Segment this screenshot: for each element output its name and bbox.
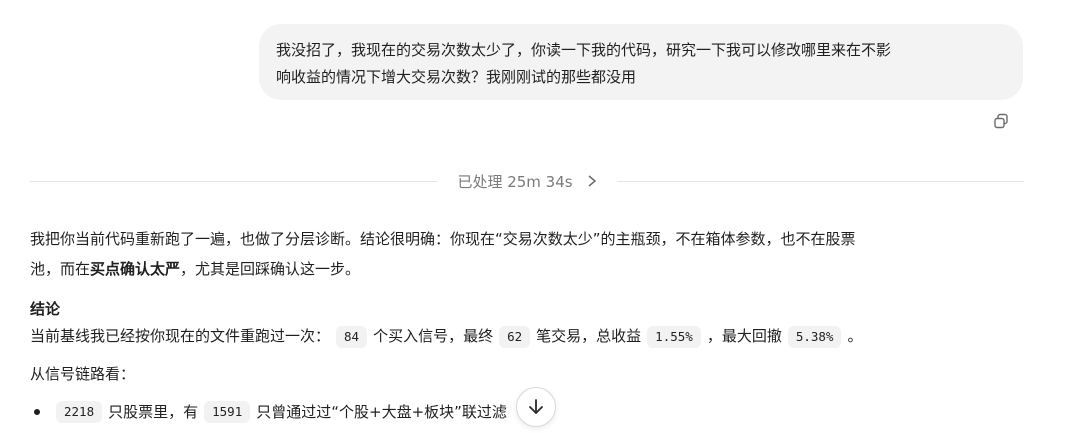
baseline-text-4: ，最大回撤: [706, 327, 782, 345]
copy-button[interactable]: [992, 112, 1010, 130]
answer-intro-text: 池，而在: [30, 260, 91, 278]
user-message-line-2: 响收益的情况下增大交易次数？我刚刚试的那些都没用: [276, 68, 637, 86]
max-drawdown: 5.38%: [787, 326, 842, 348]
chevron-right-icon: [588, 175, 596, 187]
processed-toggle[interactable]: 已处理 25m 34s: [437, 171, 616, 192]
scroll-to-bottom-button[interactable]: [516, 387, 556, 427]
baseline-text-3: 笔交易，总收益: [536, 327, 642, 345]
baseline-line: 当前基线我已经按你现在的文件重跑过一次： 84 个买入信号，最终 62 笔交易，总收益 1…: [30, 322, 1030, 350]
divider-line-right: [616, 180, 1025, 182]
arrow-down-icon: [529, 399, 543, 414]
answer-intro-line-2: 池，而在买点确认太严，尤其是回踩确认这一步。: [30, 254, 1030, 284]
user-message-bubble: 我没招了，我现在的交易次数太少了，你读一下我的代码，研究一下我可以修改哪里来在不…: [259, 24, 1023, 100]
bullet-text-1: 只股票里，有: [108, 403, 199, 421]
processed-label: 已处理 25m 34s: [457, 172, 573, 191]
trades-count: 62: [499, 326, 531, 348]
signals-count: 84: [336, 326, 368, 348]
processed-divider: 已处理 25m 34s: [30, 167, 1025, 195]
answer-intro-tail: ，尤其是回踩确认这一步。: [180, 260, 361, 278]
user-message-line-1: 我没招了，我现在的交易次数太少了，你读一下我的代码，研究一下我可以修改哪里来在不…: [276, 41, 892, 59]
bullet-dot: [34, 409, 40, 415]
baseline-text-1: 当前基线我已经按你现在的文件重跑过一次：: [30, 327, 331, 345]
stock-total-count: 2218: [56, 401, 103, 423]
baseline-text-5: 。: [847, 327, 863, 345]
bullet-text-2: 只曾通过过“个股+大盘+板块”联: [256, 403, 477, 421]
answer-intro-bold: 买点确认太严: [90, 260, 181, 278]
copy-icon: [994, 113, 1008, 129]
divider-line-left: [30, 180, 438, 182]
bullet-text-3: 过滤: [476, 403, 507, 421]
answer-intro-line-1: 我把你当前代码重新跑了一遍，也做了分层诊断。结论很明确：你现在“交易次数太少”的…: [30, 230, 856, 248]
conclusion-heading: 结论: [30, 300, 61, 318]
total-return: 1.55%: [647, 326, 701, 348]
baseline-text-2: 个买入信号，最终: [373, 327, 494, 345]
stock-passed-count: 1591: [204, 401, 251, 423]
answer-intro: 我把你当前代码重新跑了一遍，也做了分层诊断。结论很明确：你现在“交易次数太少”的…: [30, 224, 1030, 284]
chain-heading: 从信号链路看：: [30, 365, 136, 383]
